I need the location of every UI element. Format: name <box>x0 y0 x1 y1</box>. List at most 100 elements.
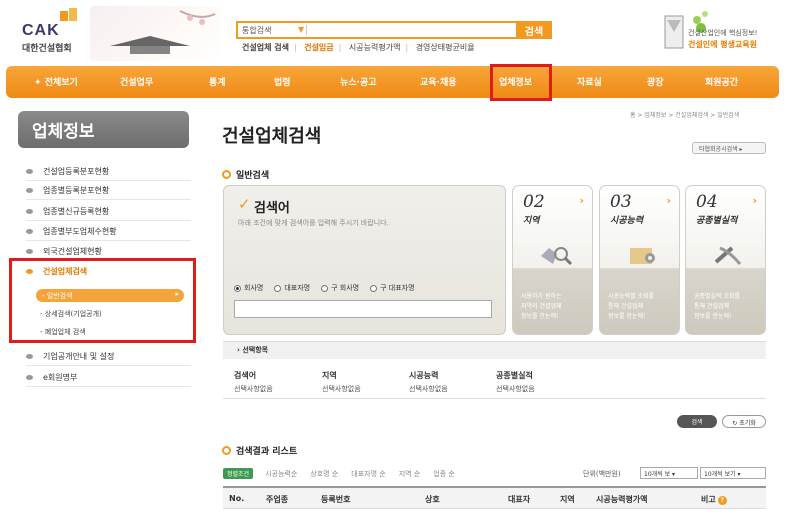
card-title: 시공능력 <box>610 216 644 226</box>
sort-badge: 정렬조건 <box>223 468 254 479</box>
radio-ceo-name[interactable]: 대표자명 <box>274 283 310 293</box>
results-heading: 검색결과 리스트 <box>222 444 297 457</box>
radio-button[interactable] <box>274 284 282 292</box>
magnifier-map-icon <box>541 247 573 266</box>
page-size-select-1[interactable]: 10개씩 보 ▾ <box>640 467 698 479</box>
radio-button[interactable] <box>370 284 378 292</box>
card-description: 시공능력별 조회를 통해 건설업체 정보를 한눈에! <box>608 293 655 320</box>
card-number: 03 <box>610 192 632 212</box>
sidebar-item-bankrupt[interactable]: 업종별부도업체수현황 <box>26 226 117 237</box>
search-bar[interactable]: 통합검색 ▼ 검색 <box>236 21 552 39</box>
radio-button[interactable] <box>234 284 241 292</box>
main-nav: ✦ 전체보기 건설업무 통계 법령 뉴스·공고 교육·채용 업체정보 자료실 광… <box>6 66 779 98</box>
breadcrumb: 홈 > 업체정보 > 건설업체검색 > 일반검색 <box>630 112 740 119</box>
divider <box>26 365 191 366</box>
selection-val-performance: 선택사항없음 <box>496 385 535 393</box>
selection-val-capability: 선택사항없음 <box>409 385 448 393</box>
bullet-icon <box>26 249 33 254</box>
help-icon[interactable]: ? <box>717 496 727 505</box>
nav-law[interactable]: 법령 <box>274 75 291 88</box>
sort-industry[interactable]: 업종 순 <box>433 469 455 479</box>
bullet-icon <box>26 375 33 380</box>
divider <box>26 386 191 387</box>
selection-area <box>223 359 766 399</box>
col-ceo: 대표자 <box>508 495 531 504</box>
sidebar-item-foreign[interactable]: 외국건설업체현황 <box>26 246 102 257</box>
divider <box>306 25 307 35</box>
logo-text[interactable]: CAK <box>22 22 60 40</box>
nav-library[interactable]: 자료실 <box>577 75 602 88</box>
bullet-icon <box>26 169 33 174</box>
card-description: 사용자가 원하는 지역의 건설업체 정보를 한눈에! <box>521 293 562 320</box>
chevron-right-icon: › <box>666 194 671 207</box>
divider <box>26 240 191 241</box>
quick-link-company-search[interactable]: 건설업체 검색 <box>242 43 289 52</box>
keyword-label: 검색어 <box>254 201 290 216</box>
divider <box>26 199 191 200</box>
nav-construction[interactable]: 건설업무 <box>120 75 153 88</box>
nav-education[interactable]: 교육·채용 <box>420 75 457 88</box>
nav-news[interactable]: 뉴스·공고 <box>340 75 377 88</box>
col-region: 지역 <box>560 495 575 504</box>
page-size-select-2[interactable]: 10개씩 보기 ▾ <box>700 467 766 479</box>
sort-ceo-name[interactable]: 대표자명 순 <box>351 469 385 479</box>
other-association-search-button[interactable]: 타협회공시검색 ▸ <box>692 142 766 154</box>
selection-val-region: 선택사항없음 <box>322 385 361 393</box>
quick-links: 건설업체 검색 | 건설임금 | 시공능력평가액 | 경영상태평균비율 <box>242 43 475 52</box>
check-icon: ✓ <box>238 195 251 213</box>
radio-old-ceo-name[interactable]: 구 대표자명 <box>370 283 415 293</box>
sidebar-item-registration[interactable]: 건설업등록분포현황 <box>26 166 109 177</box>
quick-link-wages[interactable]: 건설임금 <box>304 43 333 52</box>
reset-button[interactable]: ↻ 초기화 <box>722 415 766 428</box>
nav-stats[interactable]: 통계 <box>209 75 226 88</box>
results-table-header: No. 주업종 등록번호 상호 대표자 지역 시공능력평가액 비고? <box>223 486 766 509</box>
selection-col-keyword: 검색어 <box>234 371 257 380</box>
sidebar-item-type-dist[interactable]: 업종별등록분포현황 <box>26 185 109 196</box>
nav-members[interactable]: 회원공간 <box>705 75 738 88</box>
bullet-icon <box>26 229 33 234</box>
page-title: 건설업체검색 <box>222 126 322 147</box>
selection-heading: › 선택항목 <box>223 341 766 359</box>
circle-bullet-icon <box>222 170 231 179</box>
col-note: 비고? <box>701 494 727 505</box>
selection-val-keyword: 선택사항없음 <box>234 385 273 393</box>
quick-link-capability[interactable]: 시공능력평가액 <box>349 43 401 52</box>
nav-plaza[interactable]: 광장 <box>647 75 664 88</box>
chevron-right-icon: › <box>579 194 584 207</box>
chevron-down-icon[interactable]: ▼ <box>298 25 304 34</box>
card-description: 공종별실적 조회를 통해 건설업체 정보를 한눈에! <box>694 293 741 320</box>
divider <box>26 220 191 221</box>
sidebar-item-member-list[interactable]: e회원명부 <box>26 372 77 383</box>
selection-col-performance: 공종별실적 <box>496 371 533 380</box>
card-number: 04 <box>696 192 718 212</box>
search-submit-button[interactable]: 검색 <box>677 415 717 428</box>
bullet-icon <box>26 188 33 193</box>
sidebar-item-new-reg[interactable]: 업종별신규등록현황 <box>26 206 109 217</box>
nav-all[interactable]: ✦ 전체보기 <box>34 75 78 88</box>
pagoda-icon <box>110 10 216 54</box>
keyword-input[interactable] <box>234 300 492 318</box>
col-company: 상호 <box>425 495 440 504</box>
selection-col-capability: 시공능력 <box>409 371 439 380</box>
banner-text-2[interactable]: 건설인에 평생교육원 <box>688 39 757 50</box>
card-capability[interactable]: 03 › 시공능력 시공능력별 조회를 통해 건설업체 정보를 한눈에! <box>599 185 680 335</box>
nav-highlight-box <box>490 64 552 101</box>
radio-button[interactable] <box>321 284 329 292</box>
card-region[interactable]: 02 › 지역 사용자가 원하는 지역의 건설업체 정보를 한눈에! <box>512 185 593 335</box>
sidebar-item-disclosure[interactable]: 기업공개안내 및 설정 <box>26 351 114 362</box>
sidebar-title: 업체정보 <box>18 111 189 148</box>
quick-link-ratio[interactable]: 경영상태평균비율 <box>416 43 475 52</box>
card-performance[interactable]: 04 › 공종별실적 공종별실적 조회를 통해 건설업체 정보를 한눈에! <box>685 185 766 335</box>
banner-text-1[interactable]: 건설산업인에 핵심정보! <box>688 28 757 38</box>
sort-bar: 정렬조건 시공능력순 상호명 순 대표자명 순 지역 순 업종 순 <box>223 468 468 479</box>
radio-company-name[interactable]: 회사명 <box>234 283 263 293</box>
sort-company-name[interactable]: 상호명 순 <box>310 469 338 479</box>
sort-region[interactable]: 지역 순 <box>399 469 421 479</box>
search-scope-select[interactable]: 통합검색 <box>242 25 271 36</box>
general-search-heading: 일반검색 <box>222 168 269 181</box>
radio-old-company-name[interactable]: 구 회사명 <box>321 283 359 293</box>
sort-capability[interactable]: 시공능력순 <box>265 469 297 479</box>
card-number: 02 <box>523 192 545 212</box>
search-button[interactable]: 검색 <box>516 21 552 39</box>
card-title: 공종별실적 <box>696 216 738 226</box>
